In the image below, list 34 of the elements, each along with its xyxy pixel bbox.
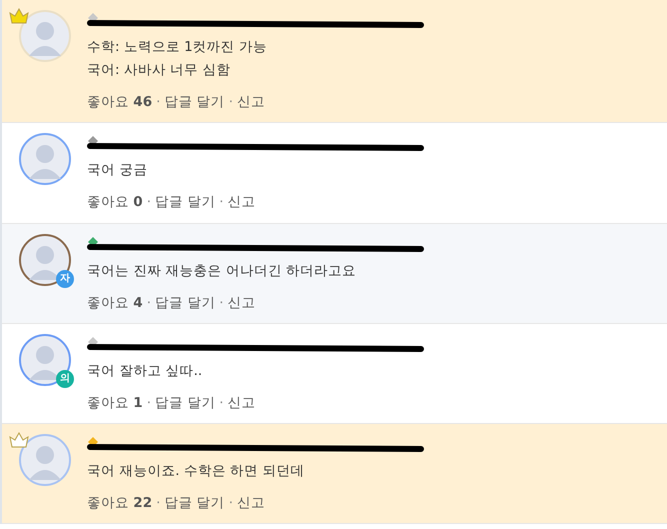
separator: · — [146, 193, 151, 212]
separator: · — [219, 294, 224, 312]
comment-text: 국어 잘하고 싶따.. — [87, 362, 204, 381]
comment-text: 국어 재능이죠. 수학은 하면 되던데 — [87, 462, 306, 481]
separator: · — [156, 494, 160, 513]
comment-text: 국어 궁금 — [87, 161, 148, 180]
report-link[interactable]: 신고 — [228, 392, 256, 413]
reply-link[interactable]: 답글 달기 — [155, 192, 216, 212]
separator: · — [219, 193, 224, 212]
reply-link[interactable]: 답글 달기 — [164, 92, 225, 112]
separator: · — [228, 93, 233, 112]
like-button[interactable]: 좋아요 1 — [87, 392, 143, 413]
separator: · — [146, 294, 151, 312]
report-link[interactable]: 신고 — [236, 493, 265, 514]
badge-label: 자 — [56, 270, 74, 288]
comment-text: 수학: 노력으로 1컷까진 가능 — [87, 38, 268, 57]
like-button[interactable]: 좋아요 22 — [87, 493, 152, 514]
comment-text: 국어는 진짜 재능충은 어나더긴 하더라고요 — [87, 262, 358, 280]
like-button[interactable]: 좋아요 46 — [87, 92, 152, 112]
report-link[interactable]: 신고 — [228, 192, 256, 212]
report-link[interactable]: 신고 — [236, 92, 265, 112]
avatar[interactable] — [19, 234, 71, 286]
separator: · — [156, 93, 160, 112]
comment-text: 국어: 사바사 너무 심함 — [87, 61, 232, 80]
separator: · — [219, 394, 224, 413]
reply-link[interactable]: 답글 달기 — [155, 292, 216, 313]
separator: · — [228, 494, 233, 513]
like-button[interactable]: 좋아요 4 — [87, 292, 143, 313]
reply-link[interactable]: 답글 달기 — [164, 493, 225, 514]
separator: · — [146, 394, 151, 413]
badge-label: 의 — [56, 370, 74, 388]
reply-link[interactable]: 답글 달기 — [155, 392, 216, 413]
report-link[interactable]: 신고 — [228, 292, 256, 313]
like-button[interactable]: 좋아요 0 — [87, 192, 143, 212]
